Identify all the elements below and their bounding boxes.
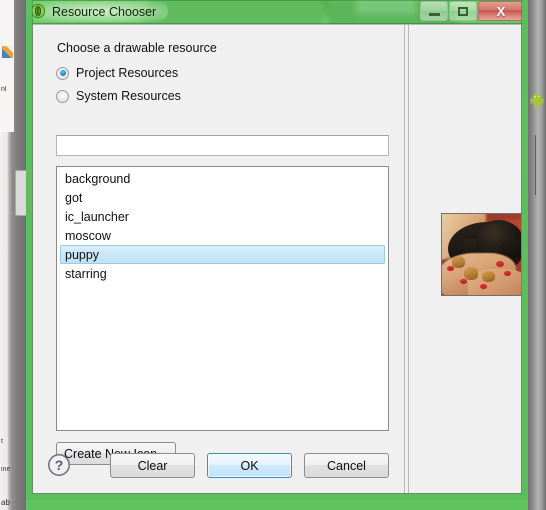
ide-left-edge: nl t ine ab (0, 0, 27, 510)
ide-right-divider (535, 135, 536, 195)
ide-text-fragment-1: nl (1, 86, 7, 93)
ide-text-fragment-2: t (1, 438, 3, 445)
android-robot-icon (530, 94, 544, 109)
ide-panel-sliver (0, 0, 14, 132)
ide-text-fragment-3: ine (1, 466, 11, 473)
resource-chooser-window: Resource Chooser X Choose a drawable res… (26, 0, 528, 500)
ide-icon-fragment (2, 46, 13, 58)
ide-right-edge (528, 0, 546, 510)
window-frame (26, 0, 528, 500)
ide-bottom-text: ab (1, 498, 10, 507)
